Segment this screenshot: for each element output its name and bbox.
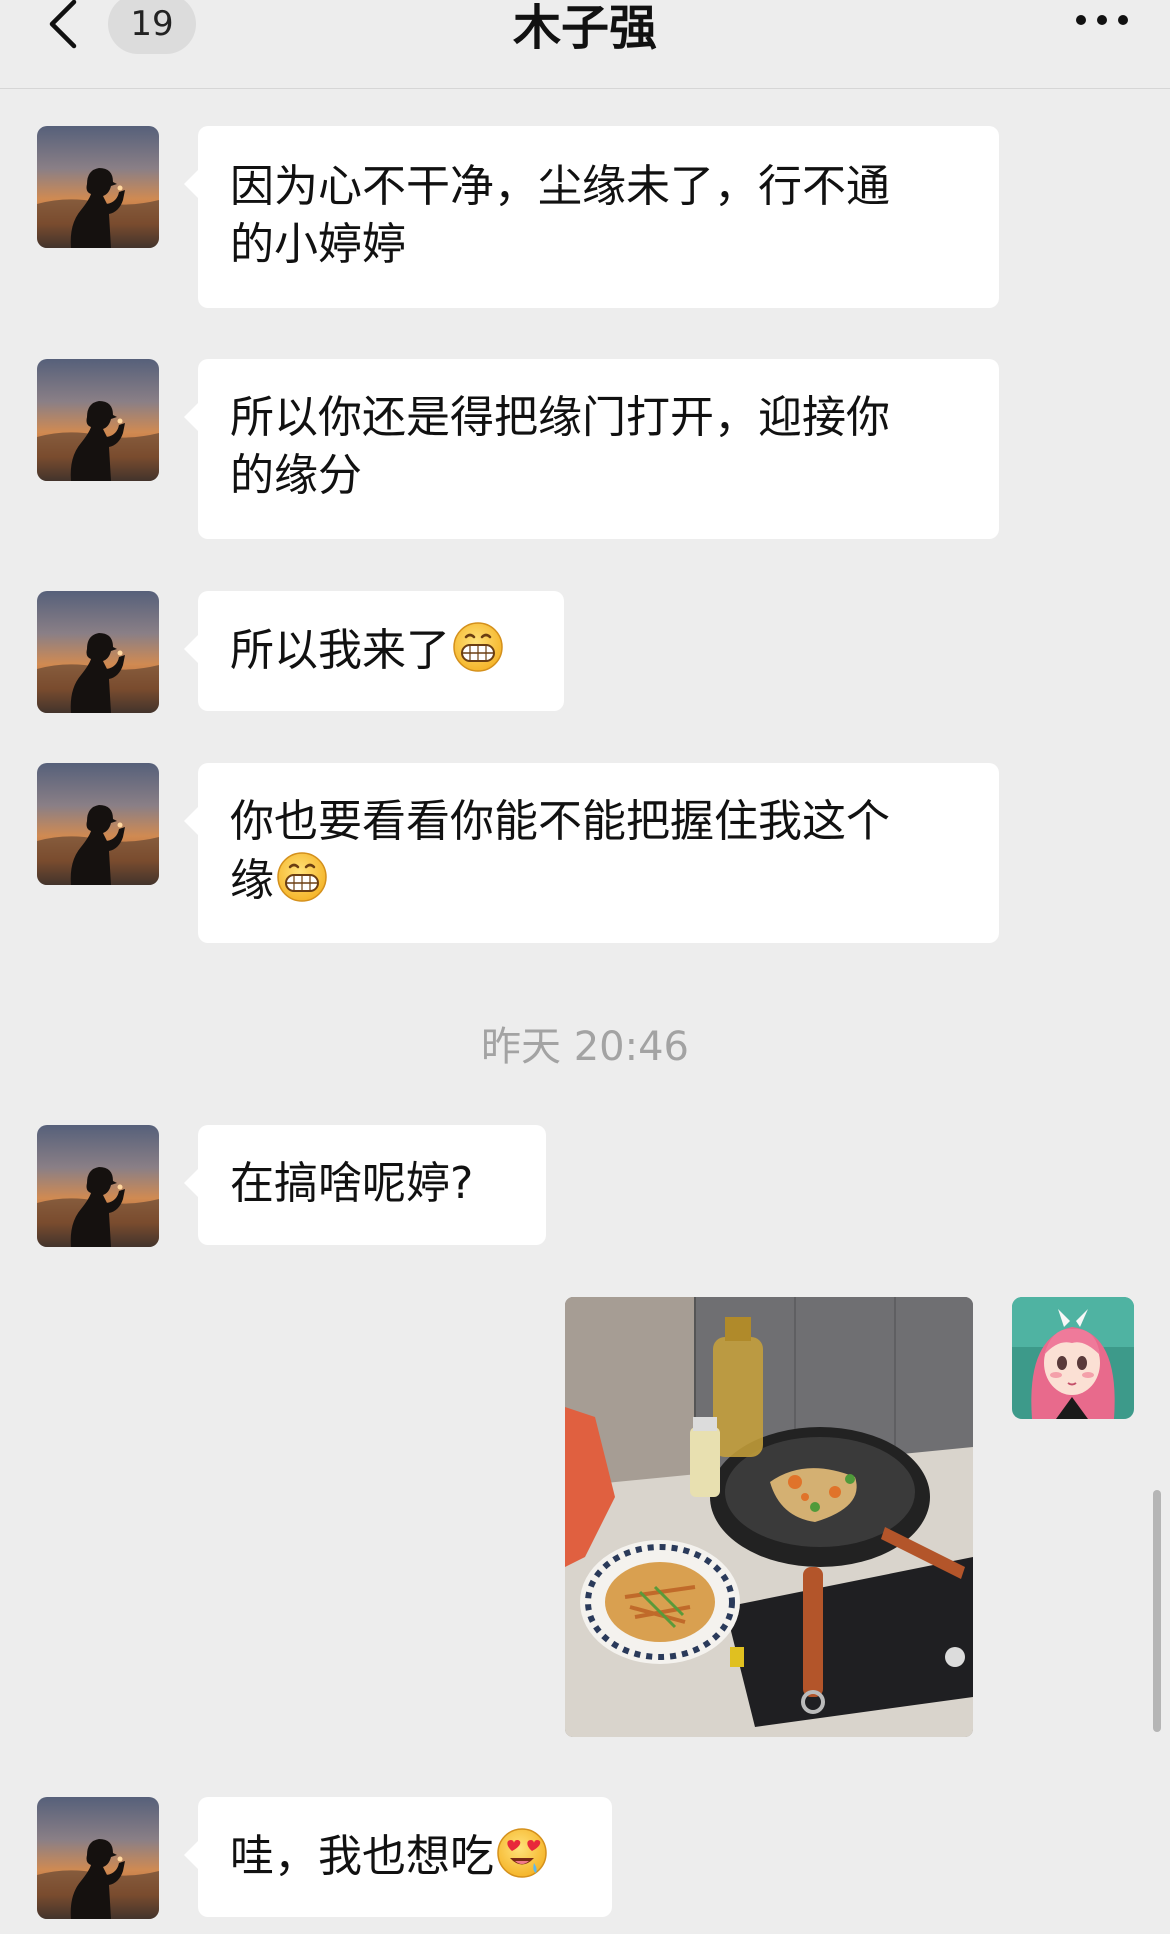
message-text-line: 因为心不干净，尘缘未了，行不通 bbox=[230, 161, 890, 212]
heart-eyes-emoji-icon bbox=[496, 1827, 548, 1879]
message-text-line: 的缘分 bbox=[230, 450, 362, 501]
message-text-line: 你也要看看你能不能把握住我这个 bbox=[230, 796, 890, 847]
message-bubble[interactable]: 哇，我也想吃 bbox=[184, 1797, 612, 1917]
contact-avatar[interactable] bbox=[37, 1797, 159, 1919]
message-bubble[interactable]: 因为心不干净，尘缘未了，行不通 的小婷婷 bbox=[184, 126, 999, 308]
message-bubble[interactable]: 在搞啥呢婷? bbox=[184, 1125, 546, 1245]
contact-avatar[interactable] bbox=[37, 126, 159, 248]
message-bubble[interactable]: 所以你还是得把缘门打开，迎接你 的缘分 bbox=[184, 359, 999, 539]
message-text-line: 缘 bbox=[230, 855, 274, 906]
message-text-line: 所以你还是得把缘门打开，迎接你 bbox=[230, 392, 890, 443]
contact-avatar[interactable] bbox=[37, 359, 159, 481]
message-text: 在搞啥呢婷? bbox=[230, 1158, 474, 1209]
message-bubble[interactable]: 所以我来了 bbox=[184, 591, 564, 711]
contact-avatar[interactable] bbox=[37, 591, 159, 713]
grin-emoji-icon bbox=[276, 851, 328, 903]
scrollbar[interactable] bbox=[1153, 1490, 1161, 1732]
message-bubble[interactable]: 你也要看看你能不能把握住我这个 缘 bbox=[184, 763, 999, 943]
message-text-line: 的小婷婷 bbox=[230, 219, 406, 270]
message-text: 哇，我也想吃 bbox=[230, 1831, 494, 1882]
message-text: 所以我来了 bbox=[230, 625, 450, 676]
timestamp: 昨天 20:46 bbox=[481, 1024, 689, 1070]
cooking-photo bbox=[565, 1297, 973, 1737]
more-dots-icon bbox=[1076, 15, 1128, 25]
cartoon-girl-avatar bbox=[1012, 1297, 1134, 1419]
grin-emoji-icon bbox=[452, 621, 504, 673]
chat-title: 木子强 bbox=[512, 0, 657, 56]
contact-avatar[interactable] bbox=[37, 763, 159, 885]
chat-header: 19 木子强 bbox=[0, 0, 1170, 89]
my-avatar[interactable] bbox=[1012, 1297, 1134, 1419]
sent-photo[interactable] bbox=[565, 1297, 973, 1737]
contact-avatar[interactable] bbox=[37, 1125, 159, 1247]
more-button[interactable] bbox=[1072, 0, 1132, 40]
